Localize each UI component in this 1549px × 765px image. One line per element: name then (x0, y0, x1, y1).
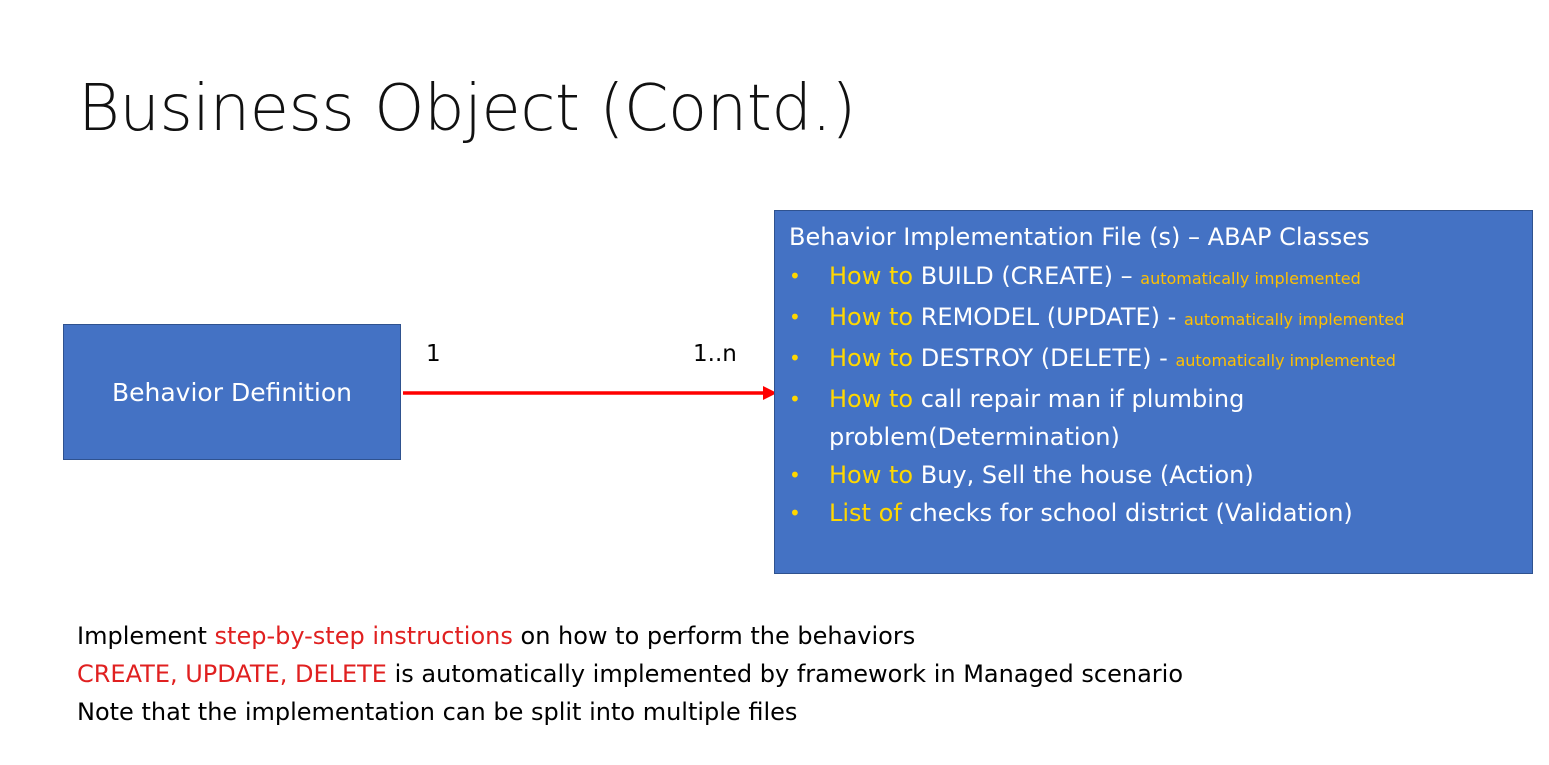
item-lead: How to (829, 303, 914, 331)
footer-notes: Implement step-by-step instructions on h… (77, 617, 1183, 731)
footer-text: Implement (77, 622, 215, 650)
association-arrow (403, 386, 777, 400)
item-lead: How to (829, 385, 914, 413)
item-note: automatically implemented (1175, 351, 1396, 370)
behavior-implementation-box: Behavior Implementation File (s) – ABAP … (774, 210, 1533, 574)
behavior-list: • How to BUILD (CREATE) – automatically … (789, 257, 1518, 532)
bullet-icon: • (789, 264, 801, 288)
footer-line-1: Implement step-by-step instructions on h… (77, 617, 1183, 655)
list-item: • List of checks for school district (Va… (789, 494, 1518, 532)
bullet-icon: • (789, 305, 801, 329)
item-note: automatically implemented (1183, 310, 1405, 329)
footer-line-2: CREATE, UPDATE, DELETE is automatically … (77, 655, 1183, 693)
bullet-icon: • (789, 387, 801, 411)
list-item: • How to Buy, Sell the house (Action) (789, 456, 1518, 494)
bullet-icon: • (789, 346, 801, 370)
footer-emphasis: CREATE, UPDATE, DELETE (77, 660, 387, 688)
list-item: • How to DESTROY (DELETE) - automaticall… (789, 339, 1518, 380)
item-note: automatically implemented (1140, 269, 1361, 288)
item-text: REMODEL (UPDATE) - (913, 303, 1184, 331)
item-lead: How to (829, 461, 914, 489)
footer-text: is automatically implemented by framewor… (386, 660, 1184, 688)
item-lead: How to (829, 344, 914, 372)
item-lead: How to (829, 262, 914, 290)
right-multiplicity: 1..n (693, 341, 737, 367)
bullet-icon: • (789, 501, 801, 525)
list-item: • How to BUILD (CREATE) – automatically … (789, 257, 1518, 298)
footer-text: on how to perform the behaviors (512, 622, 916, 650)
implementation-header: Behavior Implementation File (s) – ABAP … (789, 223, 1370, 251)
item-lead: List of (829, 499, 902, 527)
list-item: • How to REMODEL (UPDATE) - automaticall… (789, 298, 1518, 339)
item-text: DESTROY (DELETE) - (913, 344, 1176, 372)
behavior-definition-box: Behavior Definition (63, 324, 401, 460)
item-text: checks for school district (Validation) (901, 499, 1353, 527)
behavior-definition-label: Behavior Definition (111, 377, 352, 407)
list-item: • How to call repair man if plumbing pro… (789, 380, 1299, 456)
slide-title: Business Object (Contd.) (78, 72, 856, 146)
item-text: Buy, Sell the house (Action) (913, 461, 1254, 489)
footer-emphasis: step-by-step instructions (214, 622, 513, 650)
bullet-icon: • (789, 463, 801, 487)
item-text: BUILD (CREATE) – (913, 262, 1141, 290)
left-multiplicity: 1 (426, 341, 441, 367)
footer-line-3: Note that the implementation can be spli… (77, 698, 798, 726)
